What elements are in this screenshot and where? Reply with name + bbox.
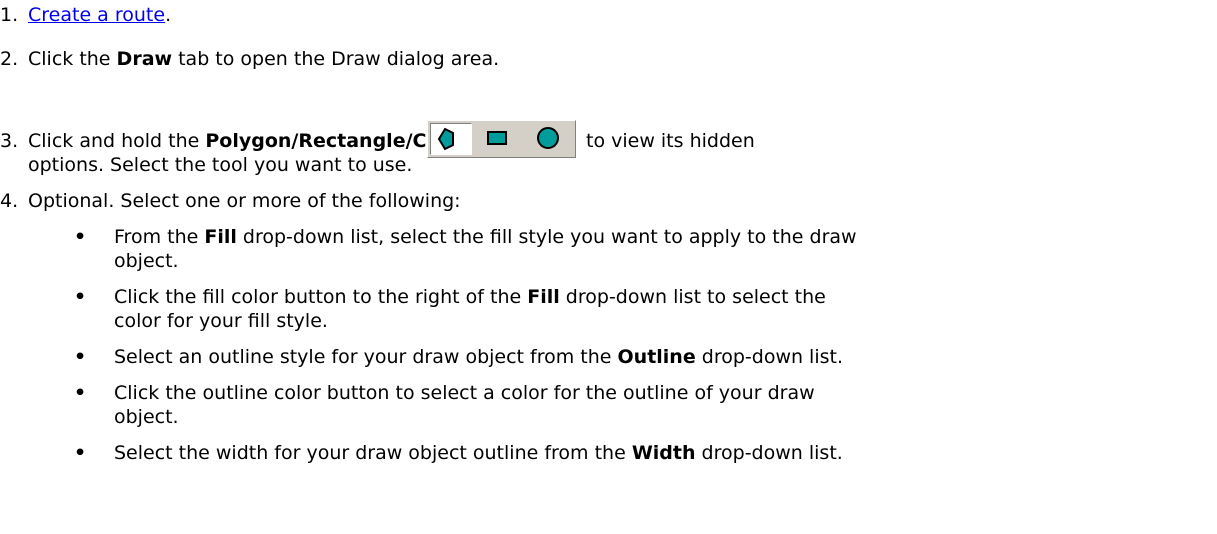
- bullet-icon: •: [74, 382, 87, 404]
- bullet-bold: Outline: [617, 346, 696, 368]
- bullet-text: object.: [114, 250, 179, 272]
- list-item: • From the Fill drop-down list, select th…: [74, 225, 857, 249]
- list-item-continuation: object.: [114, 249, 179, 273]
- bullet-text: Select an outline style for your draw ob…: [114, 346, 618, 368]
- list-item: • Click the outline color button to selec…: [74, 381, 815, 405]
- step-number: 1.: [0, 4, 19, 26]
- list-item-continuation: color for your fill style.: [114, 309, 328, 333]
- step-number: 4.: [0, 190, 19, 212]
- bullet-text: Click the fill color button to the right…: [114, 286, 528, 308]
- step-text: tab to open the Draw dialog area.: [172, 48, 500, 70]
- list-item: • Select an outline style for your draw o…: [74, 345, 843, 369]
- bullet-text: drop-down list to select the: [559, 286, 826, 308]
- bullet-text: drop-down list.: [695, 442, 843, 464]
- bullet-text: Click the outline color button to select…: [114, 382, 815, 404]
- step-number: 3.: [0, 130, 19, 152]
- polygon-icon: [437, 127, 454, 151]
- step-text: Click and hold the: [28, 130, 206, 152]
- bullet-icon: •: [74, 286, 87, 308]
- step-2: 2. Click the Draw tab to open the Draw di…: [0, 47, 499, 71]
- create-route-link[interactable]: Create a route: [28, 4, 165, 26]
- step-1: 1. Create a route.: [0, 3, 171, 27]
- step-4: 4. Optional. Select one or more of the fo…: [0, 189, 461, 213]
- bullet-text: From the: [114, 226, 205, 248]
- circle-icon: [537, 127, 559, 149]
- rectangle-icon: [487, 131, 507, 145]
- bullet-text: drop-down list.: [695, 346, 844, 368]
- circle-tool-button: [528, 123, 570, 155]
- bullet-text: Select the width for your draw object ou…: [114, 442, 632, 464]
- step-text: to view its hidden: [586, 130, 755, 152]
- step-text: Click the: [28, 48, 117, 70]
- step-text: Optional. Select one or more of the foll…: [28, 190, 461, 212]
- polygon-rectangle-circle-toolbar: [427, 120, 576, 158]
- bullet-text: object.: [114, 406, 179, 428]
- bullet-text: drop-down list, select the fill style yo…: [236, 226, 857, 248]
- bullet-icon: •: [74, 226, 87, 248]
- bullet-icon: •: [74, 346, 87, 368]
- bullet-bold: Fill: [204, 226, 237, 248]
- step-3-continuation: options. Select the tool you want to use…: [28, 153, 412, 177]
- bullet-icon: •: [74, 442, 87, 464]
- step-number: 2.: [0, 48, 19, 70]
- bullet-bold: Fill: [527, 286, 560, 308]
- list-item: • Select the width for your draw object o…: [74, 441, 843, 465]
- bullet-bold: Width: [631, 442, 696, 464]
- list-item-continuation: object.: [114, 405, 179, 429]
- step-text: options. Select the tool you want to use…: [28, 154, 413, 176]
- bullet-text: color for your fill style.: [114, 310, 328, 332]
- step-text: .: [165, 4, 172, 26]
- draw-tab-label: Draw: [116, 48, 173, 70]
- polygon-tool-button: [430, 123, 472, 155]
- rectangle-tool-button: [480, 123, 522, 155]
- step-3-tail: to view its hidden: [586, 129, 755, 153]
- list-item: • Click the fill color button to the righ…: [74, 285, 826, 309]
